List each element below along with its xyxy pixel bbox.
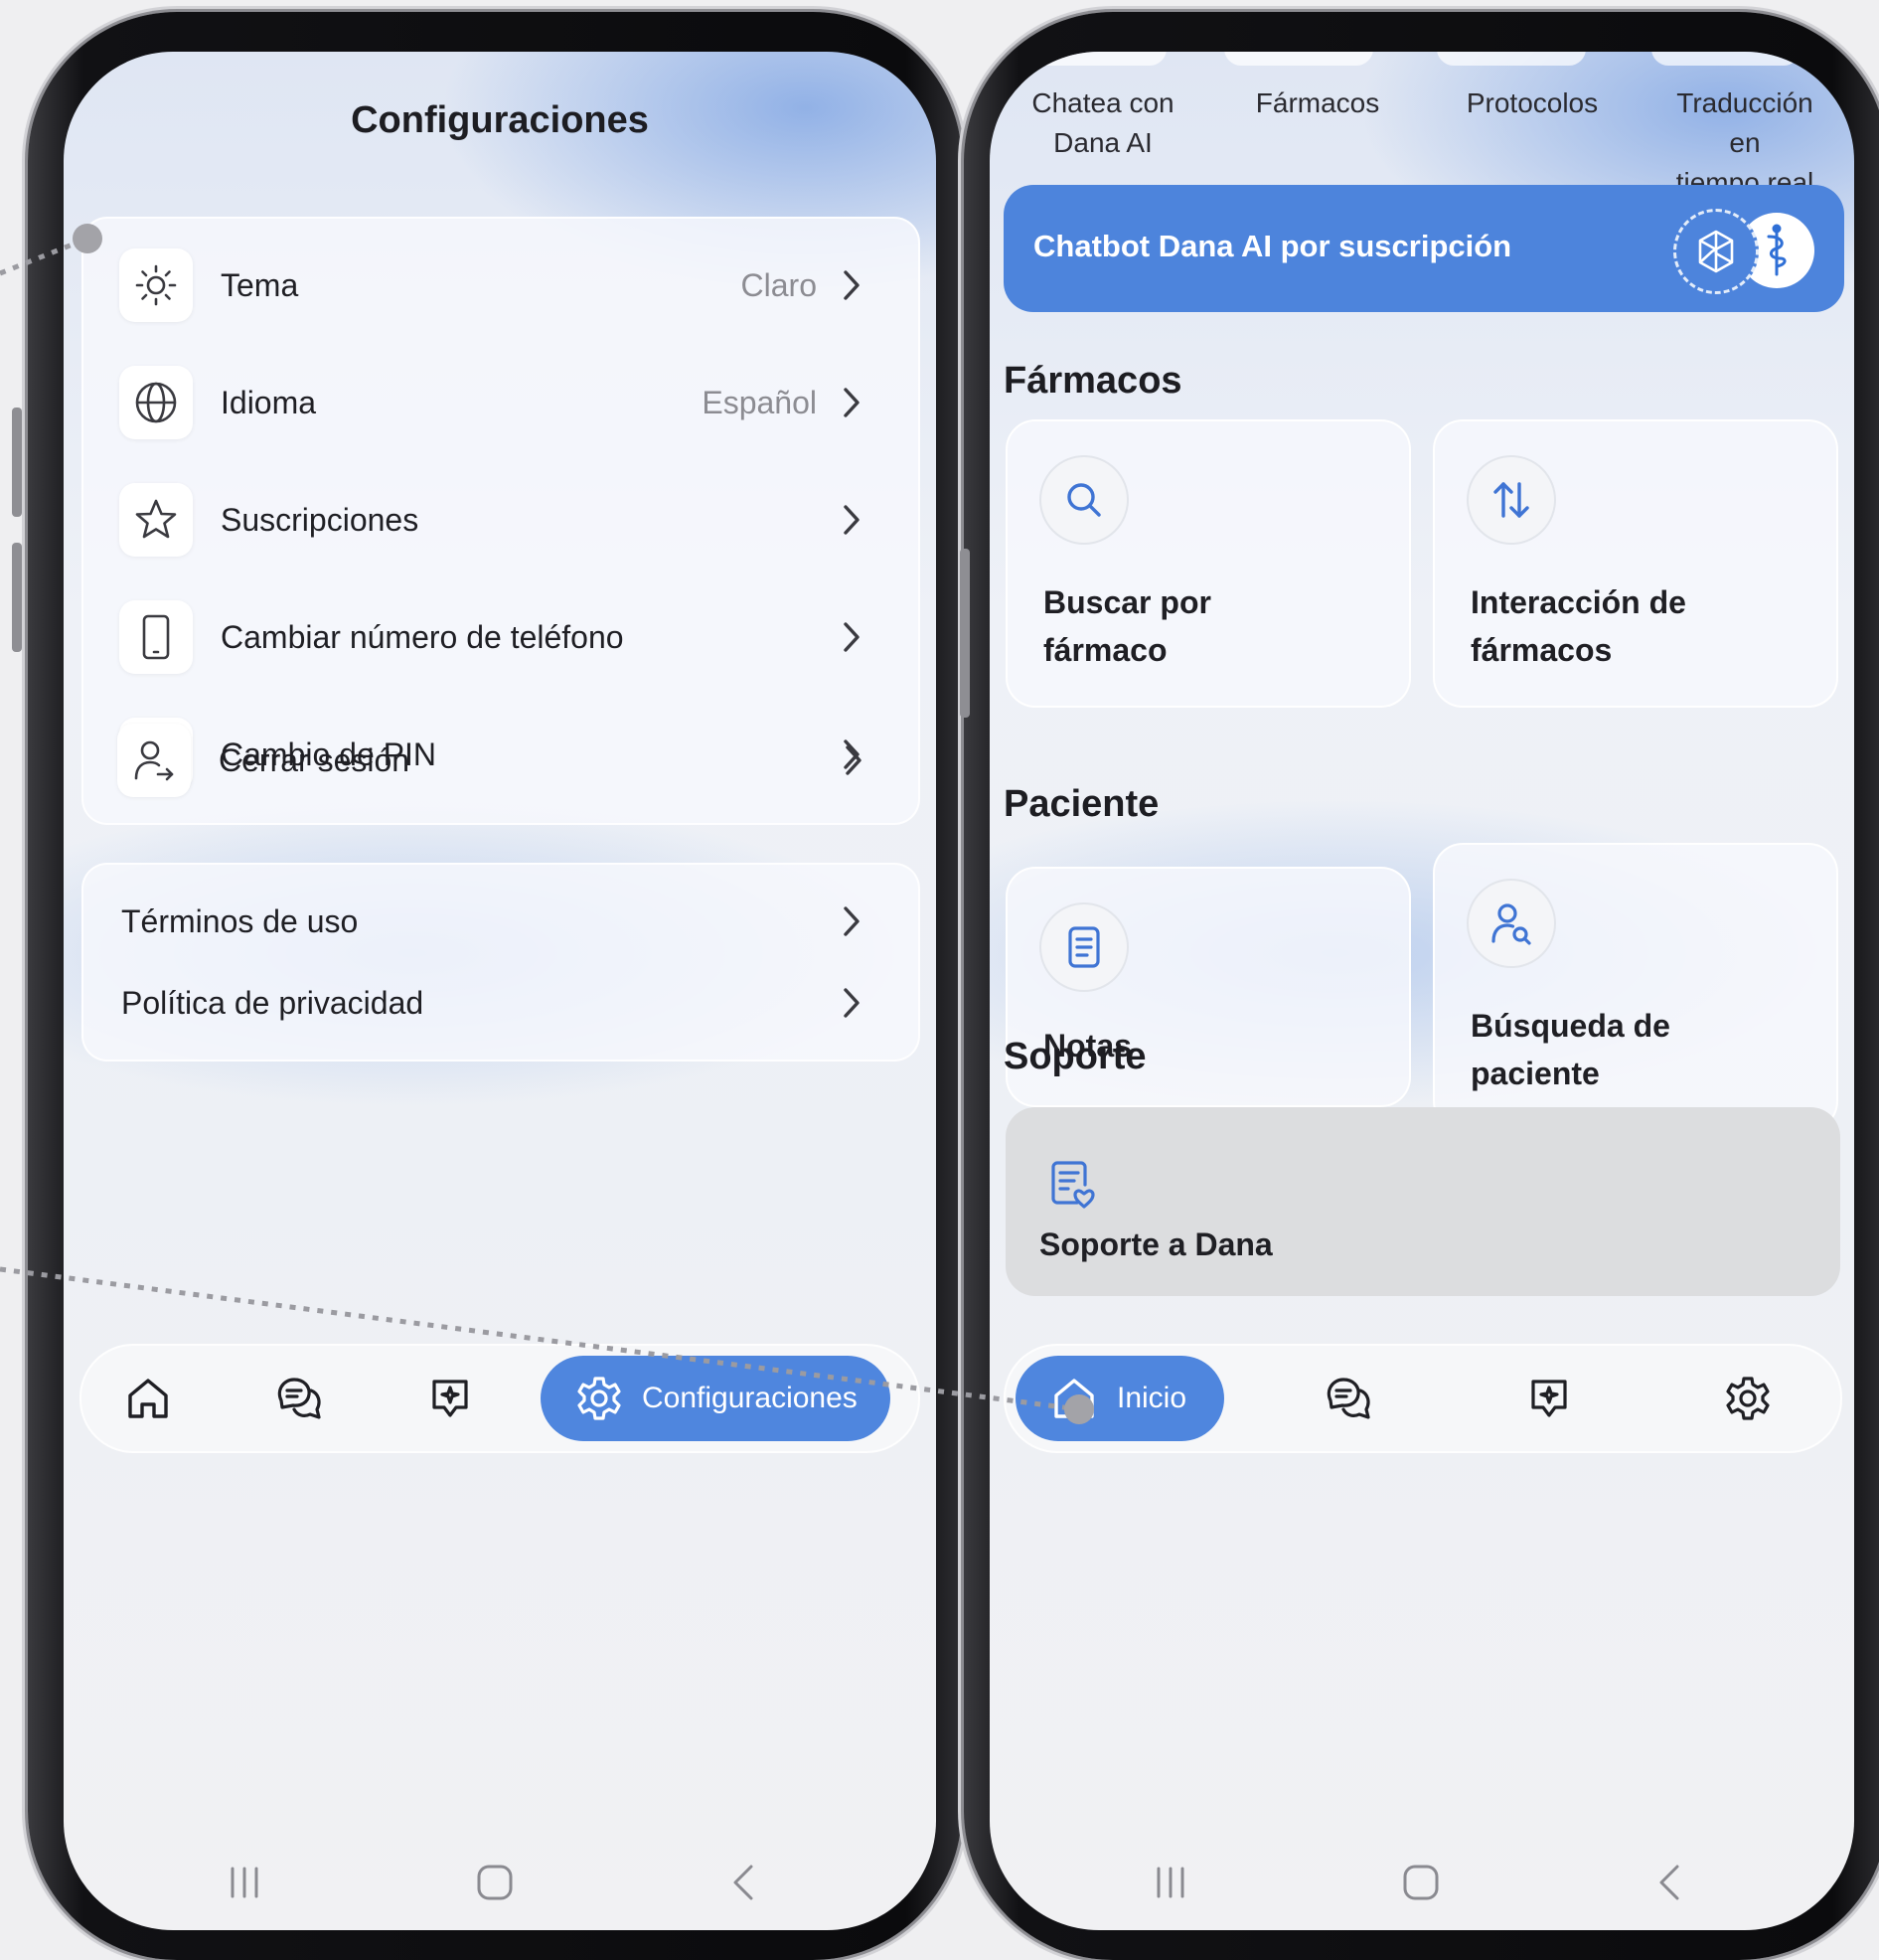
settings-item-suscripciones[interactable]: Suscripciones (83, 461, 918, 578)
section-title-soporte: Soporte (1004, 1036, 1147, 1077)
tab-thumbnail (1437, 52, 1586, 66)
settings-item-value: Claro (740, 266, 817, 303)
legal-item-label: Política de privacidad (121, 984, 424, 1021)
notes-icon (1039, 902, 1129, 992)
settings-item-label: Tema (221, 266, 299, 303)
tab-thumbnail (1651, 52, 1801, 66)
legal-item-label: Términos de uso (121, 902, 359, 939)
tab-label: Traducción en tiempo real (1675, 87, 1814, 198)
settings-item-value: Español (702, 384, 817, 420)
ai-shield-icon[interactable] (423, 1372, 477, 1425)
banner-title: Chatbot Dana AI por suscripción (1033, 229, 1512, 263)
bottom-navigation: Configuraciones (79, 1344, 920, 1453)
tab-thumbnail (1018, 52, 1167, 66)
swap-arrows-icon (1467, 455, 1556, 545)
tab-protocolos[interactable]: Protocolos (1445, 83, 1620, 123)
settings-item-label: Suscripciones (221, 501, 419, 538)
settings-item-label: Cerrar sesión (219, 741, 410, 778)
card-label: Buscar por (1043, 584, 1211, 620)
recent-apps-icon[interactable] (1151, 1863, 1190, 1907)
bottom-navigation: Inicio (1004, 1344, 1842, 1453)
globe-icon (119, 366, 193, 439)
settings-item-tema[interactable]: Tema Claro (83, 227, 918, 344)
nav-active-label: Configuraciones (642, 1382, 858, 1414)
nav-active-label: Inicio (1117, 1382, 1187, 1414)
card-label: fármacos (1471, 632, 1613, 668)
power-button (960, 549, 970, 718)
subscription-banner[interactable]: Chatbot Dana AI por suscripción (1004, 185, 1844, 312)
settings-item-cerrar-sesion[interactable]: Cerrar sesión (81, 702, 920, 819)
soporte-a-dana-card[interactable]: Soporte a Dana (1006, 1107, 1840, 1296)
card-label: paciente (1471, 1056, 1600, 1091)
tab-farmacos[interactable]: Fármacos (1230, 83, 1405, 123)
phone-icon (119, 600, 193, 674)
terms-of-use-link[interactable]: Términos de uso (83, 877, 918, 966)
chat-icon[interactable] (272, 1372, 326, 1425)
user-search-icon (1467, 879, 1556, 968)
back-icon[interactable] (723, 1863, 763, 1907)
home-phone-frame: Chatea con Dana AI Fármacos Protocolos T… (960, 12, 1879, 1960)
legal-list: Términos de uso Política de privacidad (81, 863, 920, 1062)
tab-label: Chatea con Dana AI (1031, 87, 1174, 158)
interaccion-farmacos-card[interactable]: Interacción de fármacos (1433, 419, 1838, 708)
page-title: Configuraciones (351, 99, 649, 141)
gear-icon (574, 1374, 624, 1423)
recent-apps-icon[interactable] (225, 1863, 264, 1907)
card-label: Interacción de (1471, 584, 1686, 620)
chevron-right-icon (837, 901, 866, 941)
buscar-por-farmaco-card[interactable]: Buscar por fármaco (1006, 419, 1411, 708)
ai-shield-icon[interactable] (1522, 1372, 1576, 1425)
privacy-policy-link[interactable]: Política de privacidad (83, 958, 918, 1048)
nav-configuraciones-tab[interactable]: Configuraciones (541, 1356, 890, 1441)
chevron-right-icon (837, 983, 866, 1023)
tab-thumbnail (1224, 52, 1373, 66)
home-icon (1049, 1374, 1099, 1423)
card-label: fármaco (1043, 632, 1168, 668)
system-navigation-bar (64, 1841, 936, 1930)
gear-icon[interactable] (1721, 1372, 1775, 1425)
settings-item-idioma[interactable]: Idioma Español (83, 344, 918, 461)
card-label: Búsqueda de (1471, 1008, 1670, 1044)
system-navigation-bar (990, 1841, 1854, 1930)
chevron-right-icon (837, 265, 866, 305)
back-icon[interactable] (1649, 1863, 1689, 1907)
chevron-right-icon (837, 500, 866, 540)
chat-icon[interactable] (1322, 1372, 1375, 1425)
home-screen: Chatea con Dana AI Fármacos Protocolos T… (990, 52, 1854, 1930)
settings-item-label: Cambiar número de teléfono (221, 618, 624, 655)
settings-item-cambiar-telefono[interactable]: Cambiar número de teléfono (83, 578, 918, 696)
star-icon (119, 483, 193, 557)
settings-item-label: Idioma (221, 384, 317, 420)
logout-user-icon (117, 724, 191, 797)
busqueda-paciente-card[interactable]: Búsqueda de paciente (1433, 843, 1838, 1131)
section-title-farmacos: Fármacos (1004, 360, 1182, 402)
openai-icon (1673, 209, 1759, 294)
volume-down-button (12, 543, 22, 652)
card-label: Soporte a Dana (1039, 1226, 1273, 1262)
home-icon[interactable] (121, 1372, 175, 1425)
settings-phone-frame: Configuraciones Tema Claro Idioma Españo… (12, 12, 962, 1960)
section-title-paciente: Paciente (1004, 783, 1160, 825)
feature-tabs: Chatea con Dana AI Fármacos Protocolos T… (990, 52, 1854, 198)
tab-chatea-con-dana[interactable]: Chatea con Dana AI (1016, 83, 1190, 163)
chevron-right-icon (839, 740, 868, 780)
tab-label: Fármacos (1255, 87, 1380, 118)
chevron-right-icon (837, 617, 866, 657)
sun-icon (119, 248, 193, 322)
support-document-heart-icon (1047, 1159, 1095, 1216)
home-system-icon[interactable] (1401, 1863, 1441, 1907)
search-icon (1039, 455, 1129, 545)
volume-up-button (12, 408, 22, 517)
home-system-icon[interactable] (475, 1863, 515, 1907)
settings-screen: Configuraciones Tema Claro Idioma Españo… (64, 52, 936, 1930)
chevron-right-icon (837, 383, 866, 422)
nav-inicio-tab[interactable]: Inicio (1016, 1356, 1224, 1441)
tab-label: Protocolos (1466, 87, 1599, 118)
